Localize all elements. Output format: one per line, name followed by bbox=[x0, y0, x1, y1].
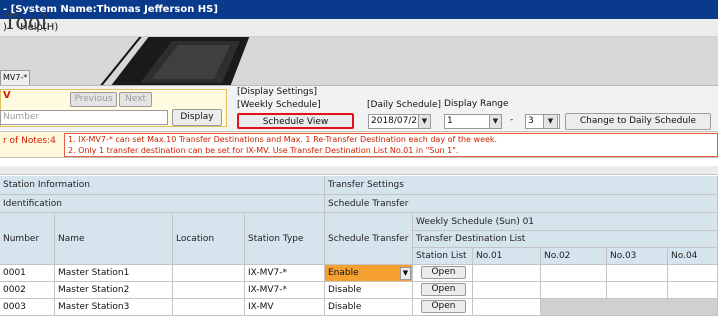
identification-header: Identification bbox=[0, 195, 325, 213]
range-to-arrow[interactable]: ▼ bbox=[543, 114, 558, 129]
column-station-list: Station List bbox=[413, 248, 473, 265]
cell-no03[interactable] bbox=[607, 282, 668, 299]
schedule-transfer-cell[interactable]: Disable bbox=[325, 299, 413, 316]
disabled-destination-cells bbox=[541, 299, 718, 316]
column-name: Name bbox=[55, 213, 173, 265]
cell-number[interactable]: 0001 bbox=[0, 265, 55, 282]
cell-location[interactable] bbox=[173, 265, 245, 282]
column-no04: No.04 bbox=[668, 248, 718, 265]
display-button[interactable]: Display bbox=[172, 109, 222, 126]
next-button[interactable]: Next bbox=[119, 92, 152, 107]
required-mark: V bbox=[3, 90, 11, 101]
cell-location[interactable] bbox=[173, 299, 245, 316]
cell-number[interactable]: 0003 bbox=[0, 299, 55, 316]
schedule-view-adjustment-button[interactable]: Schedule View Adjustment bbox=[237, 113, 354, 141]
dropdown-arrow-icon[interactable]: ▼ bbox=[418, 115, 430, 128]
range-from-value: 1 bbox=[447, 116, 453, 126]
station-list-cell: Open bbox=[413, 299, 473, 316]
cell-name[interactable]: Master Station3 bbox=[55, 299, 173, 316]
daily-date-select[interactable]: 2018/07/23 ▼ bbox=[368, 114, 431, 129]
app-title: Tool bbox=[3, 10, 48, 34]
device-image bbox=[100, 37, 250, 85]
station-information-header: Station Information bbox=[0, 176, 325, 195]
station-list-cell: Open bbox=[413, 265, 473, 282]
range-to-value: 3 bbox=[528, 116, 534, 126]
change-to-daily-schedule-button[interactable]: Change to Daily Schedule Display bbox=[565, 113, 711, 141]
display-settings-label: [Display Settings] bbox=[237, 87, 317, 97]
cell-station-type[interactable]: IX-MV7-* bbox=[245, 282, 325, 299]
schedule-transfer-group-header: Schedule Transfer bbox=[325, 195, 718, 213]
column-station-type: Station Type bbox=[245, 213, 325, 265]
schedule-transfer-value: Enable bbox=[328, 268, 359, 278]
cell-no04[interactable] bbox=[668, 265, 718, 282]
weekly-schedule-sun-header: Weekly Schedule (Sun) 01 bbox=[413, 213, 718, 231]
cell-no02[interactable] bbox=[541, 265, 607, 282]
open-button[interactable]: Open bbox=[421, 300, 466, 313]
daily-date-value: 2018/07/23 bbox=[371, 116, 423, 126]
cell-no03[interactable] bbox=[607, 265, 668, 282]
cell-station-type[interactable]: IX-MV7-* bbox=[245, 265, 325, 282]
dropdown-arrow-icon[interactable]: ▼ bbox=[544, 115, 557, 128]
column-schedule-transfer: Schedule Transfer bbox=[325, 213, 413, 265]
station-list-cell: Open bbox=[413, 282, 473, 299]
column-no02: No.02 bbox=[541, 248, 607, 265]
column-number: Number bbox=[0, 213, 55, 265]
cell-name[interactable]: Master Station2 bbox=[55, 282, 173, 299]
cell-location[interactable] bbox=[173, 282, 245, 299]
number-input[interactable]: Number bbox=[0, 110, 168, 125]
note-line: 1. IX-MV7-* can set Max.10 Transfer Dest… bbox=[68, 135, 498, 144]
menu-bar: ) Help(H) bbox=[0, 19, 718, 37]
range-separator: - bbox=[510, 115, 514, 125]
open-button[interactable]: Open bbox=[421, 283, 466, 296]
note-line: 2. Only 1 transfer destination can be se… bbox=[68, 146, 459, 155]
station-type-tab[interactable]: MV7-* bbox=[0, 70, 30, 85]
notes-box: 1. IX-MV7-* can set Max.10 Transfer Dest… bbox=[64, 133, 718, 157]
column-location: Location bbox=[173, 213, 245, 265]
grid-spacer bbox=[0, 166, 718, 175]
cell-no01[interactable] bbox=[473, 265, 541, 282]
transfer-settings-header: Transfer Settings bbox=[325, 176, 718, 195]
transfer-destination-list-header: Transfer Destination List bbox=[413, 231, 718, 248]
schedule-transfer-cell[interactable]: Disable bbox=[325, 282, 413, 299]
dropdown-arrow-icon[interactable]: ▼ bbox=[489, 115, 501, 128]
cell-no01[interactable] bbox=[473, 282, 541, 299]
open-button[interactable]: Open bbox=[421, 266, 466, 279]
window-title-bar: - [System Name:Thomas Jefferson HS] bbox=[0, 0, 718, 19]
cell-name[interactable]: Master Station1 bbox=[55, 265, 173, 282]
previous-button[interactable]: Previous bbox=[70, 92, 117, 107]
range-from-select[interactable]: 1 ▼ bbox=[444, 114, 502, 129]
cell-no02[interactable] bbox=[541, 282, 607, 299]
dropdown-arrow-icon[interactable]: ▼ bbox=[400, 267, 411, 280]
schedule-transfer-select[interactable]: Enable ▼ bbox=[325, 265, 413, 282]
notes-count: r of Notes:4 bbox=[3, 136, 56, 146]
display-range-label: Display Range bbox=[444, 99, 509, 109]
column-no01: No.01 bbox=[473, 248, 541, 265]
column-no03: No.03 bbox=[607, 248, 668, 265]
cell-no04[interactable] bbox=[668, 282, 718, 299]
weekly-schedule-label: [Weekly Schedule] bbox=[237, 100, 321, 110]
cell-station-type[interactable]: IX-MV bbox=[245, 299, 325, 316]
app-banner bbox=[0, 37, 718, 85]
cell-no01[interactable] bbox=[473, 299, 541, 316]
cell-number[interactable]: 0002 bbox=[0, 282, 55, 299]
daily-schedule-label: [Daily Schedule] bbox=[367, 100, 442, 110]
